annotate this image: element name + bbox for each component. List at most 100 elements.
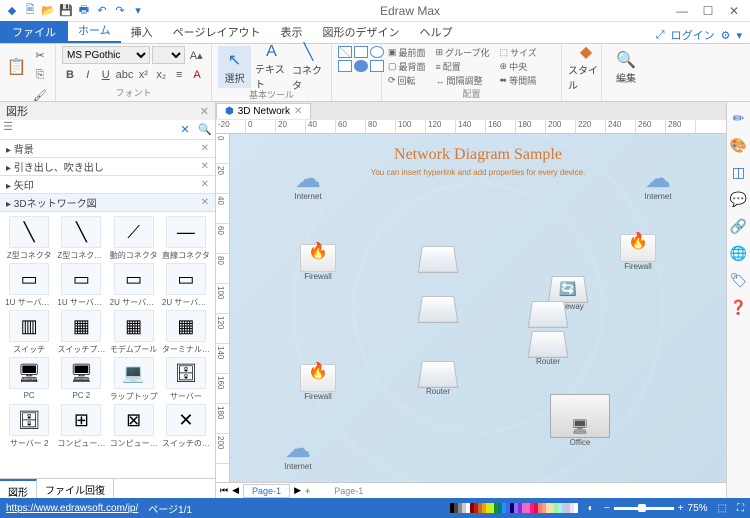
equal[interactable]: ⬌ 等間隔 xyxy=(500,74,537,87)
diagram-node-sv1[interactable] xyxy=(420,244,456,272)
qat-dropdown-icon[interactable]: ▾ xyxy=(130,3,146,19)
rotate[interactable]: ⟳ 回転 xyxy=(388,74,426,87)
collapse-ribbon-icon[interactable]: ⤢ xyxy=(656,29,665,42)
shape-stencil[interactable]: ✕スイッチの記号 xyxy=(161,404,211,449)
shape-stencil[interactable]: ▭1U サーバー... xyxy=(4,263,54,308)
status-url[interactable]: https://www.edrawsoft.com/jp/ xyxy=(6,503,138,514)
close-button[interactable]: ✕ xyxy=(722,2,746,20)
shape-stencil[interactable]: 🗄サーバー 2 xyxy=(4,404,54,449)
fullscreen-icon[interactable]: ⛶ xyxy=(737,503,744,514)
comment-icon[interactable]: 💬 xyxy=(730,191,747,208)
bring-front[interactable]: ▣ 最前面 xyxy=(388,46,426,59)
diagram-node-fw1[interactable]: Firewall xyxy=(300,244,336,281)
pencil-icon[interactable]: ✏ xyxy=(733,110,745,127)
shape-rect2[interactable] xyxy=(338,60,352,72)
theme-icon[interactable]: ◐ xyxy=(588,503,594,514)
tab-home[interactable]: ホーム xyxy=(68,19,121,43)
connector-tool[interactable]: ╲コネクタ xyxy=(292,46,325,88)
diagram-node-cloud1[interactable]: ☁Internet xyxy=(290,164,326,201)
diagram-node-office[interactable]: Office xyxy=(550,394,610,447)
palette-icon[interactable]: 🎨 xyxy=(730,137,747,154)
zoom-in-button[interactable]: + xyxy=(678,503,684,514)
canvas[interactable]: Network Diagram Sample You can insert hy… xyxy=(230,134,726,482)
open-icon[interactable]: 📂 xyxy=(40,3,56,19)
diagram-node-cloud3[interactable]: ☁Internet xyxy=(280,434,316,471)
diagram-node-rt2[interactable]: Router xyxy=(420,359,456,396)
font-size-select[interactable] xyxy=(152,46,185,64)
shapes-search-input[interactable] xyxy=(16,120,175,139)
spacing[interactable]: ↔ 間隔調整 xyxy=(436,74,490,87)
text-tool[interactable]: Aテキスト xyxy=(255,46,288,88)
align[interactable]: ≡ 配置 xyxy=(436,60,490,73)
tab-shapes[interactable]: 図形 xyxy=(0,479,37,498)
sub-button[interactable]: x₂ xyxy=(153,66,169,84)
shape-stencil[interactable]: ▦スイッチプール xyxy=(56,310,106,355)
redo-icon[interactable]: ↷ xyxy=(112,3,128,19)
diagram-node-sv3[interactable] xyxy=(530,299,566,327)
login-link[interactable]: ログイン xyxy=(671,27,715,43)
shape-rect[interactable] xyxy=(354,46,368,58)
shape-stencil[interactable]: ▦ターミナルサ... xyxy=(161,310,211,355)
new-icon[interactable]: 🗎 xyxy=(22,3,38,19)
bullets-button[interactable]: ≡ xyxy=(171,66,187,84)
shape-stencil[interactable]: ╲Z型コネクタ xyxy=(4,216,54,261)
super-button[interactable]: x² xyxy=(135,66,151,84)
font-color-button[interactable]: A xyxy=(189,66,205,84)
shape-stencil[interactable]: ╲Z型コネクタ 2 xyxy=(56,216,106,261)
tab-page-layout[interactable]: ページレイアウト xyxy=(163,21,271,43)
save-icon[interactable]: 💾 xyxy=(58,3,74,19)
center[interactable]: ⊕ 中央 xyxy=(500,60,537,73)
settings-icon[interactable]: ⚙ xyxy=(721,29,731,42)
group[interactable]: ⊞ グループ化 xyxy=(436,46,490,59)
page-nav-first[interactable]: ⏮ xyxy=(220,485,228,496)
color-swatch[interactable] xyxy=(574,503,578,513)
tab-view[interactable]: 表示 xyxy=(270,21,312,43)
category-item[interactable]: ▸ 背景✕ xyxy=(0,140,215,158)
select-tool[interactable]: ↖選択 xyxy=(218,46,251,88)
page-nav-next[interactable]: ▶ xyxy=(294,485,301,496)
globe-icon[interactable]: 🌐 xyxy=(730,245,747,262)
shape-stencil[interactable]: —直線コネクタ xyxy=(161,216,211,261)
bold-button[interactable]: B xyxy=(62,66,78,84)
shape-stencil[interactable]: ⊞コンピュータ... xyxy=(56,404,106,449)
cut-button[interactable]: ✂ xyxy=(31,46,49,64)
paste-button[interactable]: 📋 xyxy=(6,46,27,88)
shape-stencil[interactable]: ▭2U サーバー... xyxy=(109,263,159,308)
diagram-node-fw2[interactable]: Firewall xyxy=(620,234,656,271)
shape-stencil[interactable]: ⟋動的コネクタ xyxy=(109,216,159,261)
print-icon[interactable]: 🖶 xyxy=(76,3,92,19)
size[interactable]: ⬚ サイズ xyxy=(500,46,537,59)
style-button[interactable]: ◆スタイル xyxy=(568,46,604,88)
shape-stencil[interactable]: 🖥PC 2 xyxy=(56,357,106,402)
diagram-node-rt1[interactable]: Router xyxy=(530,329,566,366)
shape-stencil[interactable]: ⊠コンピュータ... xyxy=(109,404,159,449)
edit-button[interactable]: 🔍編集 xyxy=(608,46,644,88)
copy-button[interactable]: ⎘ xyxy=(31,66,49,84)
italic-button[interactable]: I xyxy=(80,66,96,84)
tag-icon[interactable]: 🏷 xyxy=(730,272,748,289)
shape-circle[interactable] xyxy=(354,60,368,72)
tab-help[interactable]: ヘルプ xyxy=(409,21,462,43)
increase-font-icon[interactable]: A▴ xyxy=(187,46,205,64)
diagram-node-cloud2[interactable]: ☁Internet xyxy=(640,164,676,201)
tab-insert[interactable]: 挿入 xyxy=(121,21,163,43)
category-item[interactable]: ▸ 矢印✕ xyxy=(0,176,215,194)
shape-stencil[interactable]: 🗄サーバー xyxy=(161,357,211,402)
page-nav-prev[interactable]: ◀ xyxy=(232,485,239,496)
app-icon[interactable]: ◆ xyxy=(4,3,20,19)
panel-close-icon[interactable]: ✕ xyxy=(200,105,209,118)
add-page-button[interactable]: + xyxy=(305,486,310,496)
diagram-node-sv2[interactable] xyxy=(420,294,456,322)
category-item[interactable]: ▸ 引き出し、吹き出し✕ xyxy=(0,158,215,176)
document-tab[interactable]: ⬢ 3D Network ✕ xyxy=(216,103,311,119)
clear-search-icon[interactable]: ✕ xyxy=(175,120,195,139)
search-icon[interactable]: 🔍 xyxy=(195,120,215,139)
tab-file[interactable]: ファイル xyxy=(0,21,68,43)
font-name-select[interactable]: MS PGothic xyxy=(62,46,150,64)
help-icon[interactable]: ❓ xyxy=(730,299,747,316)
shape-stencil[interactable]: ▥スイッチ xyxy=(4,310,54,355)
category-item[interactable]: ▸ 3Dネットワーク図✕ xyxy=(0,194,215,212)
underline-button[interactable]: U xyxy=(98,66,114,84)
ribbon-dropdown-icon[interactable]: ▾ xyxy=(736,29,742,42)
maximize-button[interactable]: ☐ xyxy=(696,2,720,20)
